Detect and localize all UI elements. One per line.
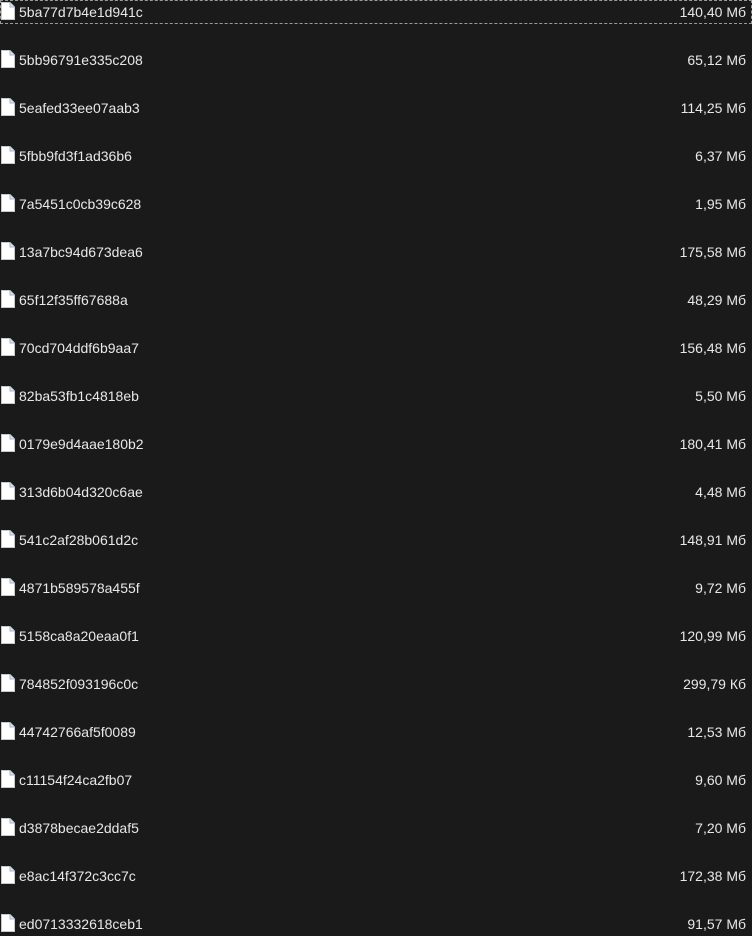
file-name: 4871b589578a455f <box>19 580 140 596</box>
file-name: 541c2af28b061d2c <box>19 532 139 548</box>
file-icon <box>1 818 15 836</box>
file-icon <box>1 386 15 404</box>
file-size: 91,57 Мб <box>687 916 746 932</box>
file-icon <box>1 434 15 452</box>
file-name: 784852f093196c0c <box>19 676 139 692</box>
file-icon <box>1 866 15 884</box>
file-size: 5,50 Мб <box>695 388 746 404</box>
file-icon <box>1 50 15 68</box>
file-list: 5ba77d7b4e1d941c 140,40 Мб 5bb96791e335c20… <box>0 0 752 932</box>
file-icon <box>1 578 15 596</box>
file-row[interactable]: 13a7bc94d673dea6 175,58 Мб <box>0 240 752 264</box>
file-row[interactable]: 82ba53fb1c4818eb 5,50 Мб <box>0 384 752 408</box>
file-row[interactable]: 5bb96791e335c208 65,12 Мб <box>0 48 752 72</box>
file-icon <box>1 2 15 20</box>
file-name: 5bb96791e335c208 <box>19 52 143 68</box>
file-name: 5ba77d7b4e1d941c <box>19 4 143 20</box>
file-icon <box>1 530 15 548</box>
file-icon <box>1 674 15 692</box>
file-icon <box>1 482 15 500</box>
file-name: 0179e9d4aae180b2 <box>19 436 144 452</box>
file-size: 148,91 Мб <box>679 532 746 548</box>
file-size: 9,72 Мб <box>695 580 746 596</box>
file-icon <box>1 770 15 788</box>
file-name: 5158ca8a20eaa0f1 <box>19 628 139 644</box>
file-icon <box>1 194 15 212</box>
file-size: 9,60 Мб <box>695 772 746 788</box>
file-row[interactable]: 44742766af5f0089 12,53 Мб <box>0 720 752 744</box>
file-icon <box>1 626 15 644</box>
file-icon <box>1 146 15 164</box>
file-name: d3878becae2ddaf5 <box>19 820 139 836</box>
file-name: 5eafed33ee07aab3 <box>19 100 140 116</box>
file-name: 13a7bc94d673dea6 <box>19 244 143 260</box>
file-row[interactable]: 313d6b04d320c6ae 4,48 Мб <box>0 480 752 504</box>
file-row[interactable]: 65f12f35ff67688a 48,29 Мб <box>0 288 752 312</box>
file-name: 65f12f35ff67688a <box>19 292 128 308</box>
file-size: 156,48 Мб <box>679 340 746 356</box>
file-row[interactable]: e8ac14f372c3cc7c 172,38 Мб <box>0 864 752 888</box>
file-size: 12,53 Мб <box>687 724 746 740</box>
file-icon <box>1 98 15 116</box>
file-name: c11154f24ca2fb07 <box>19 772 133 788</box>
file-row[interactable]: 5fbb9fd3f1ad36b6 6,37 Мб <box>0 144 752 168</box>
file-size: 120,99 Мб <box>679 628 746 644</box>
file-row[interactable]: c11154f24ca2fb07 9,60 Мб <box>0 768 752 792</box>
file-name: 313d6b04d320c6ae <box>19 484 143 500</box>
file-row[interactable]: 70cd704ddf6b9aa7 156,48 Мб <box>0 336 752 360</box>
file-icon <box>1 290 15 308</box>
file-size: 1,95 Мб <box>695 196 746 212</box>
file-row[interactable]: ed0713332618ceb1 91,57 Мб <box>0 912 752 936</box>
file-row[interactable]: 4871b589578a455f 9,72 Мб <box>0 576 752 600</box>
file-icon <box>1 914 15 932</box>
file-name: 5fbb9fd3f1ad36b6 <box>19 148 132 164</box>
file-size: 48,29 Мб <box>687 292 746 308</box>
file-row[interactable]: d3878becae2ddaf5 7,20 Мб <box>0 816 752 840</box>
file-size: 299,79 Кб <box>683 676 746 692</box>
file-row[interactable]: 7a5451c0cb39c628 1,95 Мб <box>0 192 752 216</box>
file-size: 180,41 Мб <box>679 436 746 452</box>
file-size: 140,40 Мб <box>679 4 746 20</box>
file-size: 172,38 Мб <box>679 868 746 884</box>
file-row[interactable]: 5ba77d7b4e1d941c 140,40 Мб <box>0 0 752 24</box>
file-row[interactable]: 5158ca8a20eaa0f1 120,99 Мб <box>0 624 752 648</box>
file-name: 70cd704ddf6b9aa7 <box>19 340 139 356</box>
file-icon <box>1 242 15 260</box>
file-name: 82ba53fb1c4818eb <box>19 388 139 404</box>
file-size: 4,48 Мб <box>695 484 746 500</box>
file-name: ed0713332618ceb1 <box>19 916 143 932</box>
file-size: 6,37 Мб <box>695 148 746 164</box>
file-size: 114,25 Мб <box>680 100 746 116</box>
file-icon <box>1 722 15 740</box>
file-name: e8ac14f372c3cc7c <box>19 868 136 884</box>
file-row[interactable]: 0179e9d4aae180b2 180,41 Мб <box>0 432 752 456</box>
file-icon <box>1 338 15 356</box>
file-name: 7a5451c0cb39c628 <box>19 196 142 212</box>
file-row[interactable]: 784852f093196c0c 299,79 Кб <box>0 672 752 696</box>
file-size: 175,58 Мб <box>679 244 746 260</box>
file-row[interactable]: 5eafed33ee07aab3 114,25 Мб <box>0 96 752 120</box>
file-row[interactable]: 541c2af28b061d2c 148,91 Мб <box>0 528 752 552</box>
file-size: 65,12 Мб <box>687 52 746 68</box>
file-name: 44742766af5f0089 <box>19 724 136 740</box>
file-size: 7,20 Мб <box>695 820 746 836</box>
